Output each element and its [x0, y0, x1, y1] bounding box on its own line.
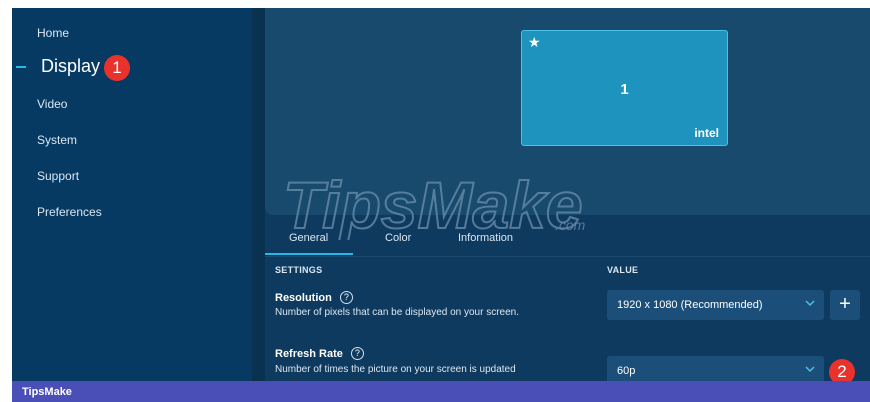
sidebar-item-label: Video [37, 97, 68, 111]
step-badge-2: 2 [829, 359, 855, 381]
tab-information[interactable]: Information [458, 232, 513, 244]
tab-bar: General Color Information [265, 226, 870, 256]
tabs-divider [265, 256, 870, 257]
sidebar: Home Display 1 Video System Support Pref… [12, 8, 252, 381]
sidebar-item-video[interactable]: Video [37, 97, 67, 111]
tab-color[interactable]: Color [385, 232, 411, 244]
help-icon[interactable]: ? [350, 347, 364, 360]
chevron-down-icon [805, 366, 815, 373]
step-badge-1: 1 [104, 55, 130, 81]
footer-label: TipsMake [22, 386, 72, 398]
active-indicator [16, 65, 26, 68]
resolution-title: Resolution ? [275, 291, 353, 304]
main-panel: ★ 1 intel TipsMake .com General Color In… [265, 8, 870, 381]
footer-bar: TipsMake [12, 381, 870, 402]
refresh-rate-label: Refresh Rate [275, 347, 343, 360]
resolution-description: Number of pixels that can be displayed o… [275, 307, 520, 318]
primary-star-icon: ★ [528, 34, 541, 50]
sidebar-divider [252, 8, 265, 381]
sidebar-item-label: System [37, 133, 78, 147]
add-resolution-button[interactable]: + [830, 290, 860, 320]
sidebar-item-system[interactable]: System [37, 133, 77, 147]
monitor-number: 1 [620, 81, 629, 98]
monitor-tile[interactable]: ★ 1 intel [521, 30, 728, 146]
refresh-rate-title: Refresh Rate ? [275, 347, 364, 360]
refresh-rate-dropdown[interactable]: 60p [607, 356, 824, 381]
refresh-rate-description: Number of times the picture on your scre… [275, 364, 516, 375]
resolution-label: Resolution [275, 291, 332, 304]
sidebar-item-label: Preferences [37, 205, 102, 219]
sidebar-item-label: Display [41, 56, 101, 76]
refresh-rate-value: 60p [617, 365, 636, 377]
sidebar-item-display[interactable]: Display [12, 56, 100, 77]
sidebar-item-preferences[interactable]: Preferences [37, 205, 102, 219]
sidebar-item-support[interactable]: Support [37, 169, 79, 183]
sidebar-item-label: Support [37, 169, 80, 183]
value-column-header: VALUE [607, 265, 639, 275]
tab-general[interactable]: General [289, 232, 328, 244]
settings-column-header: SETTINGS [275, 265, 323, 275]
sidebar-item-home[interactable]: Home [37, 26, 69, 40]
intel-logo: intel [694, 126, 719, 140]
sidebar-item-label: Home [37, 26, 70, 40]
resolution-dropdown[interactable]: 1920 x 1080 (Recommended) [607, 290, 824, 320]
app-window: Home Display 1 Video System Support Pref… [12, 8, 870, 381]
resolution-value: 1920 x 1080 (Recommended) [617, 299, 763, 311]
chevron-down-icon [805, 300, 815, 307]
active-tab-indicator [265, 253, 353, 255]
help-icon[interactable]: ? [339, 291, 353, 304]
